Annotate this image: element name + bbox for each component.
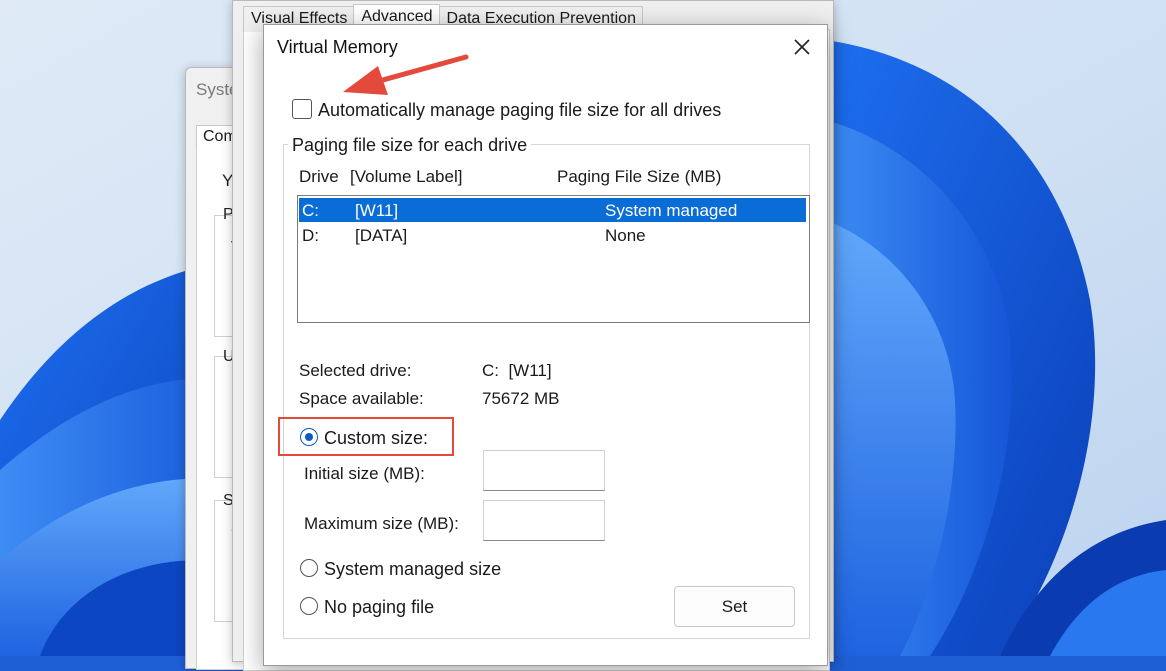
no-paging-file-label[interactable]: No paging file (324, 597, 434, 618)
selected-drive-value: C: [W11] (482, 361, 552, 380)
drive-row-c[interactable]: C: [W11] System managed (299, 198, 806, 222)
system-managed-label[interactable]: System managed size (324, 559, 501, 580)
volume-label: [DATA] (355, 226, 408, 245)
maximum-size-input[interactable] (483, 500, 605, 541)
virtual-memory-dialog: Virtual Memory Automatically manage pagi… (263, 24, 828, 666)
column-header-size: Paging File Size (MB) (557, 167, 722, 186)
space-available-value: 75672 MB (482, 389, 560, 408)
space-available-label: Space available: (299, 389, 424, 408)
maximum-size-label: Maximum size (MB): (304, 514, 459, 533)
paging-size: System managed (605, 201, 738, 220)
dialog-title: Virtual Memory (277, 37, 398, 57)
auto-manage-checkbox[interactable] (292, 99, 312, 119)
drive-letter: D: (302, 226, 319, 245)
initial-size-input[interactable] (483, 450, 605, 491)
paging-size: None (605, 226, 646, 245)
initial-size-label: Initial size (MB): (304, 464, 425, 483)
system-managed-radio[interactable] (300, 559, 318, 577)
group-label: Paging file size for each drive (288, 135, 532, 156)
drive-letter: C: (302, 201, 319, 220)
title-bar: Virtual Memory (264, 25, 827, 69)
close-icon (794, 39, 810, 55)
auto-manage-label[interactable]: Automatically manage paging file size fo… (318, 100, 721, 121)
close-button[interactable] (785, 31, 819, 63)
custom-size-radio[interactable] (300, 428, 318, 446)
drive-row-d[interactable]: D: [DATA] None (299, 223, 806, 247)
selected-drive-label: Selected drive: (299, 361, 412, 380)
volume-label: [W11] (355, 201, 399, 220)
custom-size-label[interactable]: Custom size: (324, 428, 428, 449)
column-header-volume: [Volume Label] (350, 167, 463, 186)
column-header-drive: Drive (299, 167, 339, 186)
set-button[interactable]: Set (674, 586, 795, 627)
no-paging-file-radio[interactable] (300, 597, 318, 615)
drive-list[interactable]: C: [W11] System managed D: [DATA] None (297, 195, 810, 323)
